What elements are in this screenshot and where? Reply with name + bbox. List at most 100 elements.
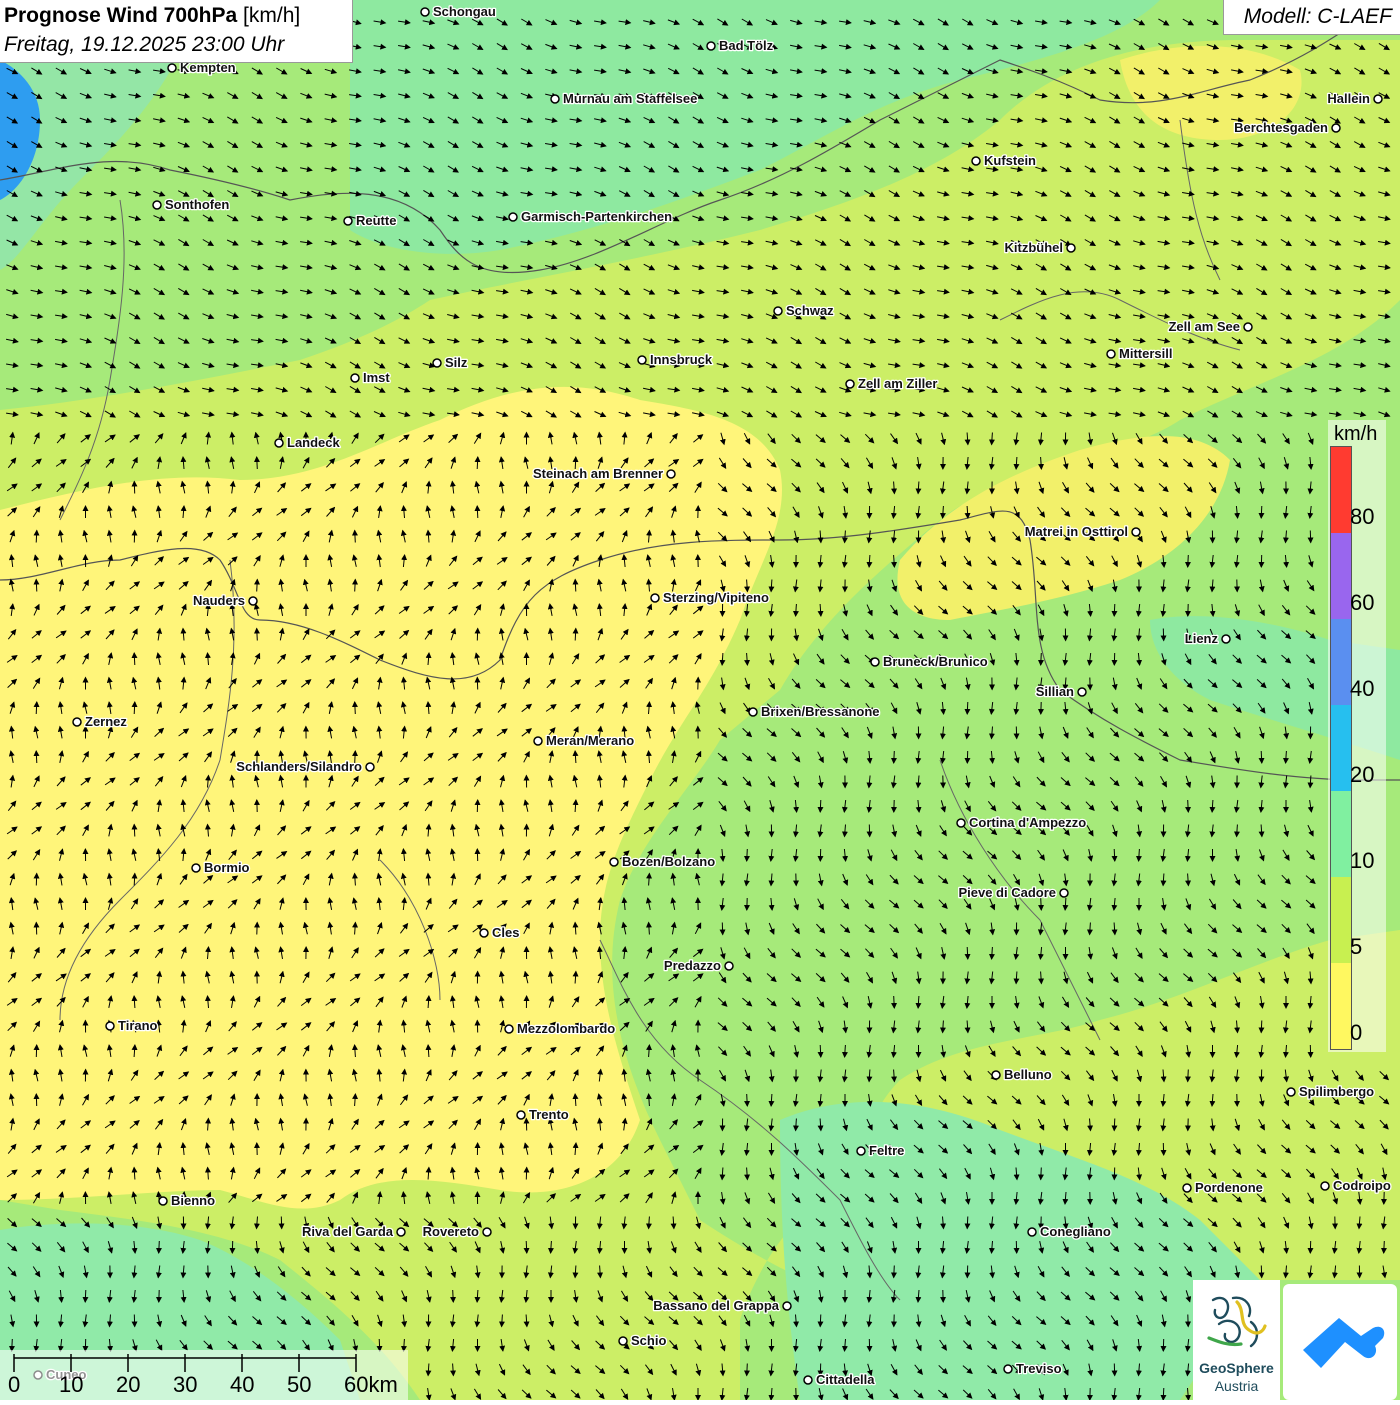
city-dot [846,380,854,388]
city-label: Conegliano [1040,1224,1111,1239]
logo-name-2: Austria [1193,1378,1280,1394]
city-label: Steinach am Brenner [533,466,663,481]
wind-arrow [1384,1241,1385,1253]
city-dot [275,439,283,447]
city-dot [551,95,559,103]
city-marker: Pordenone [1183,1180,1263,1195]
city-dot [1287,1088,1295,1096]
city-label: Hallein [1327,91,1370,106]
wind-arrow [477,457,478,469]
city-marker: Berchtesgaden [1234,120,1340,135]
app-logo[interactable] [1283,1284,1397,1400]
wind-arrow [355,702,356,714]
wind-arrow [1261,506,1262,518]
wind-arrow [1261,1021,1262,1033]
city-label: Bienno [171,1193,215,1208]
cloud-arrow-icon [1283,1284,1397,1400]
city-label: Zernez [85,714,127,729]
city-label: Pordenone [1195,1180,1263,1195]
city-dot [153,201,161,209]
city-dot [106,1022,114,1030]
title-unit: [km/h] [243,4,300,27]
city-marker: Cortina d'Ampezzo [957,815,1086,830]
legend-label: 80 [1350,504,1374,530]
city-dot [783,1302,791,1310]
wind-arrow [1041,1168,1042,1180]
city-dot [366,763,374,771]
city-label: Zell am See [1168,319,1240,334]
wind-arrow [1114,849,1115,861]
city-dot [1332,124,1340,132]
city-label: Predazzo [664,958,721,973]
city-label: Meran/Merano [546,733,634,748]
wind-arrow [575,629,576,641]
city-marker: Garmisch-Partenkirchen [509,209,672,224]
legend-label: 20 [1350,762,1374,788]
legend-label: 0 [1350,1020,1362,1046]
wind-arrow [820,1045,821,1057]
wind-arrow [134,702,135,714]
city-dot [1078,688,1086,696]
city-label: Bormio [204,860,250,875]
legend-label: 60 [1350,590,1374,616]
city-dot [505,1025,513,1033]
city-label: Riva del Garda [302,1224,394,1239]
legend-label: 10 [1350,848,1374,874]
city-dot [517,1111,525,1119]
city-label: Pieve di Cadore [958,885,1056,900]
city-dot [804,1376,812,1384]
city-label: Murnau am Staffelsee [563,91,697,106]
city-marker: Matrei in Osttirol [1025,524,1140,539]
wind-arrow [894,751,895,763]
wind-arrow [134,874,135,886]
legend-color-step [1331,533,1351,619]
city-label: Sillian [1036,684,1074,699]
wind-arrow [134,825,135,837]
legend-color-step [1331,963,1351,1049]
city-label: Lienz [1185,631,1219,646]
city-label: Cortina d'Ampezzo [969,815,1086,830]
wind-arrow [1188,555,1189,567]
city-label: Tirano [118,1018,158,1033]
city-marker: Conegliano [1028,1224,1111,1239]
city-label: Bruneck/Brunico [883,654,988,669]
city-label: Rovereto [423,1224,479,1239]
city-marker: Riva del Garda [302,1224,405,1239]
city-dot [433,359,441,367]
city-label: Reutte [356,213,396,228]
wind-arrow [575,580,576,592]
city-marker: Zell am See [1168,319,1252,334]
map-title: Prognose Wind 700hPa [km/h] [4,4,300,28]
scale-label: 40 [230,1372,254,1398]
city-label: Kufstein [984,153,1036,168]
geosphere-emblem-icon [1193,1280,1280,1360]
scale-label: 20 [116,1372,140,1398]
city-dot [159,1197,167,1205]
wind-arrow [1261,751,1262,763]
city-dot [707,42,715,50]
geosphere-logo[interactable]: GeoSphere Austria [1193,1280,1280,1400]
legend-label: 5 [1350,934,1362,960]
city-dot [667,470,675,478]
city-marker: Spilimbergo [1287,1084,1374,1099]
wind-arrow [747,849,748,861]
city-marker: Zell am Ziller [846,376,937,391]
wind-arrow [967,1217,968,1229]
city-label: Kitzbühel [1005,240,1064,255]
city-marker: Bozen/Bolzano [610,854,715,869]
wind-arrow [36,531,37,543]
city-dot [1060,889,1068,897]
scale-bar: 0102030405060km [0,1350,408,1400]
city-dot [1132,528,1140,536]
wind-map: SchongauBad TölzKemptenMurnau am Staffel… [0,0,1400,1400]
city-dot [1374,95,1382,103]
wind-arrow [820,1315,821,1327]
city-dot [651,594,659,602]
city-marker: Bruneck/Brunico [871,654,988,669]
wind-arrow [1114,604,1115,616]
wind-arrow [967,947,968,959]
city-dot [957,819,965,827]
legend-label: 40 [1350,676,1374,702]
city-dot [1067,244,1075,252]
color-legend: km/h 806040201050 [1328,420,1386,1052]
